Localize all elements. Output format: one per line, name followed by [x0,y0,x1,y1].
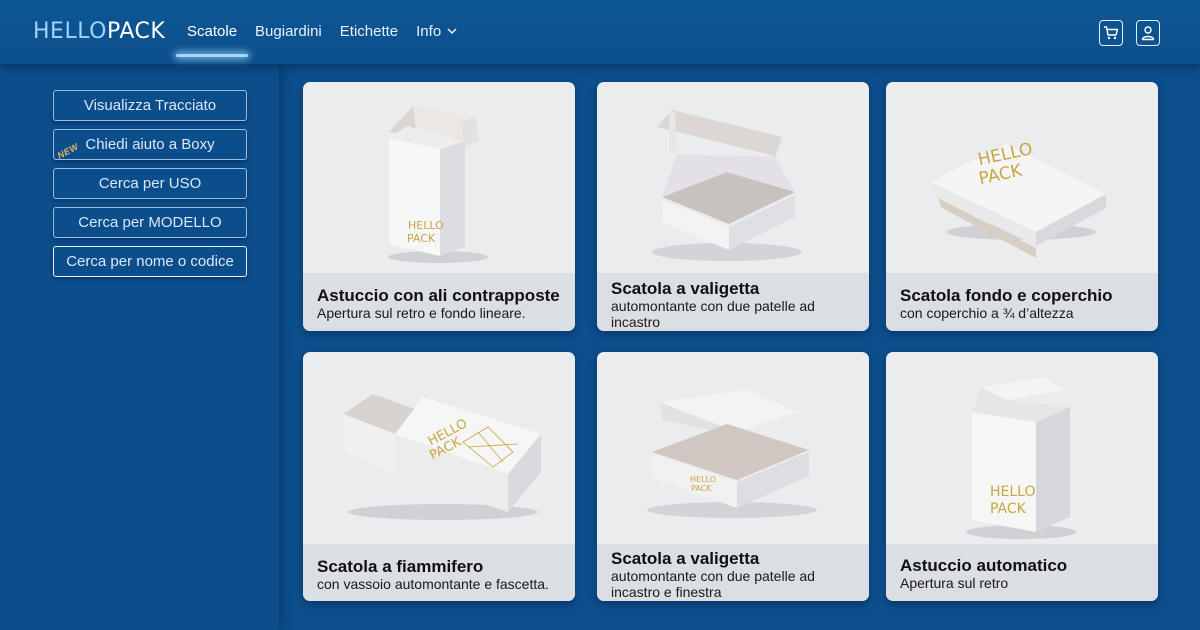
card-title: Scatola fondo e coperchio [900,286,1113,305]
card-subtitle: con coperchio a ¾ d’altezza [900,305,1074,321]
user-icon [1141,26,1155,41]
card-subtitle: Apertura sul retro [900,575,1009,591]
product-card[interactable]: HELLO PACK Scatola a valigetta automonta… [597,352,869,601]
nav-bugiardini[interactable]: Bugiardini [246,0,331,64]
card-subtitle: automontante con due patelle ad incastro [611,298,815,330]
product-card[interactable]: Scatola a valigetta automontante con due… [597,82,869,331]
nav-etichette[interactable]: Etichette [331,0,407,64]
product-card[interactable]: HELLO PACK Astuccio con ali contrapposte… [303,82,575,331]
carton-logo-line2: PACK [990,501,1027,517]
cart-icon [1104,26,1119,40]
card-title: Scatola a valigetta [611,279,760,298]
card-title: Astuccio con ali contrapposte [317,286,560,305]
card-title: Astuccio automatico [900,556,1068,575]
carton-logo-line1: HELLO [990,484,1036,500]
nav-info[interactable]: Info [407,0,466,64]
view-layout-button[interactable]: Visualizza Tracciato [53,90,247,121]
card-subtitle: Apertura sul retro e fondo lineare. [317,305,526,321]
card-caption: Scatola fondo e coperchio con coperchio … [886,273,1158,331]
card-subtitle: automontante con due patelle ad incastro… [611,568,815,600]
ask-boxy-button[interactable]: NEW Chiedi aiuto a Boxy [53,129,247,161]
ask-boxy-label: Chiedi aiuto a Boxy [85,136,215,153]
card-title: Scatola a fiammifero [317,557,484,576]
hellopack-logo[interactable]: HELLOPACK [33,20,165,44]
product-card[interactable]: HELLO PACK Astuccio automatico Apertura … [886,352,1158,601]
card-caption: Astuccio con ali contrapposte Apertura s… [303,273,575,331]
card-caption: Scatola a fiammifero con vassoio automon… [303,544,575,601]
account-button[interactable] [1136,20,1160,46]
window-box-logo-line2: PACK [691,484,712,493]
sidebar: Visualizza Tracciato NEW Chiedi aiuto a … [0,64,279,630]
main-nav: Scatole Bugiardini Etichette Info [175,0,466,64]
product-card[interactable]: HELLO PACK Scatola a fiammifero con vass… [303,352,575,601]
search-by-model-button[interactable]: Cerca per MODELLO [53,207,247,238]
new-badge: NEW [55,141,81,161]
card-caption: Astuccio automatico Apertura sul retro [886,544,1158,601]
card-caption: Scatola a valigetta automontante con due… [597,273,869,331]
cart-button[interactable] [1099,20,1123,46]
search-by-use-button[interactable]: Cerca per USO [53,168,247,199]
window-box-logo-line1: HELLO [690,475,716,484]
box-logo-line2: PACK [407,232,436,245]
card-title: Scatola a valigetta [611,549,760,568]
logo-pack: PACK [107,19,166,44]
search-by-name-button[interactable]: Cerca per nome o codice [53,246,247,277]
logo-hello: HELLO [33,19,107,44]
nav-scatole[interactable]: Scatole [175,0,249,64]
product-card[interactable]: HELLO PACK Scatola fondo e coperchio con… [886,82,1158,331]
card-subtitle: con vassoio automontante e fascetta. [317,576,549,592]
chevron-down-icon [447,0,457,64]
box-logo-line1: HELLO [408,219,444,232]
top-bar: HELLOPACK Scatole Bugiardini Etichette I… [0,0,1200,64]
card-caption: Scatola a valigetta automontante con due… [597,544,869,601]
nav-info-label: Info [416,23,442,40]
